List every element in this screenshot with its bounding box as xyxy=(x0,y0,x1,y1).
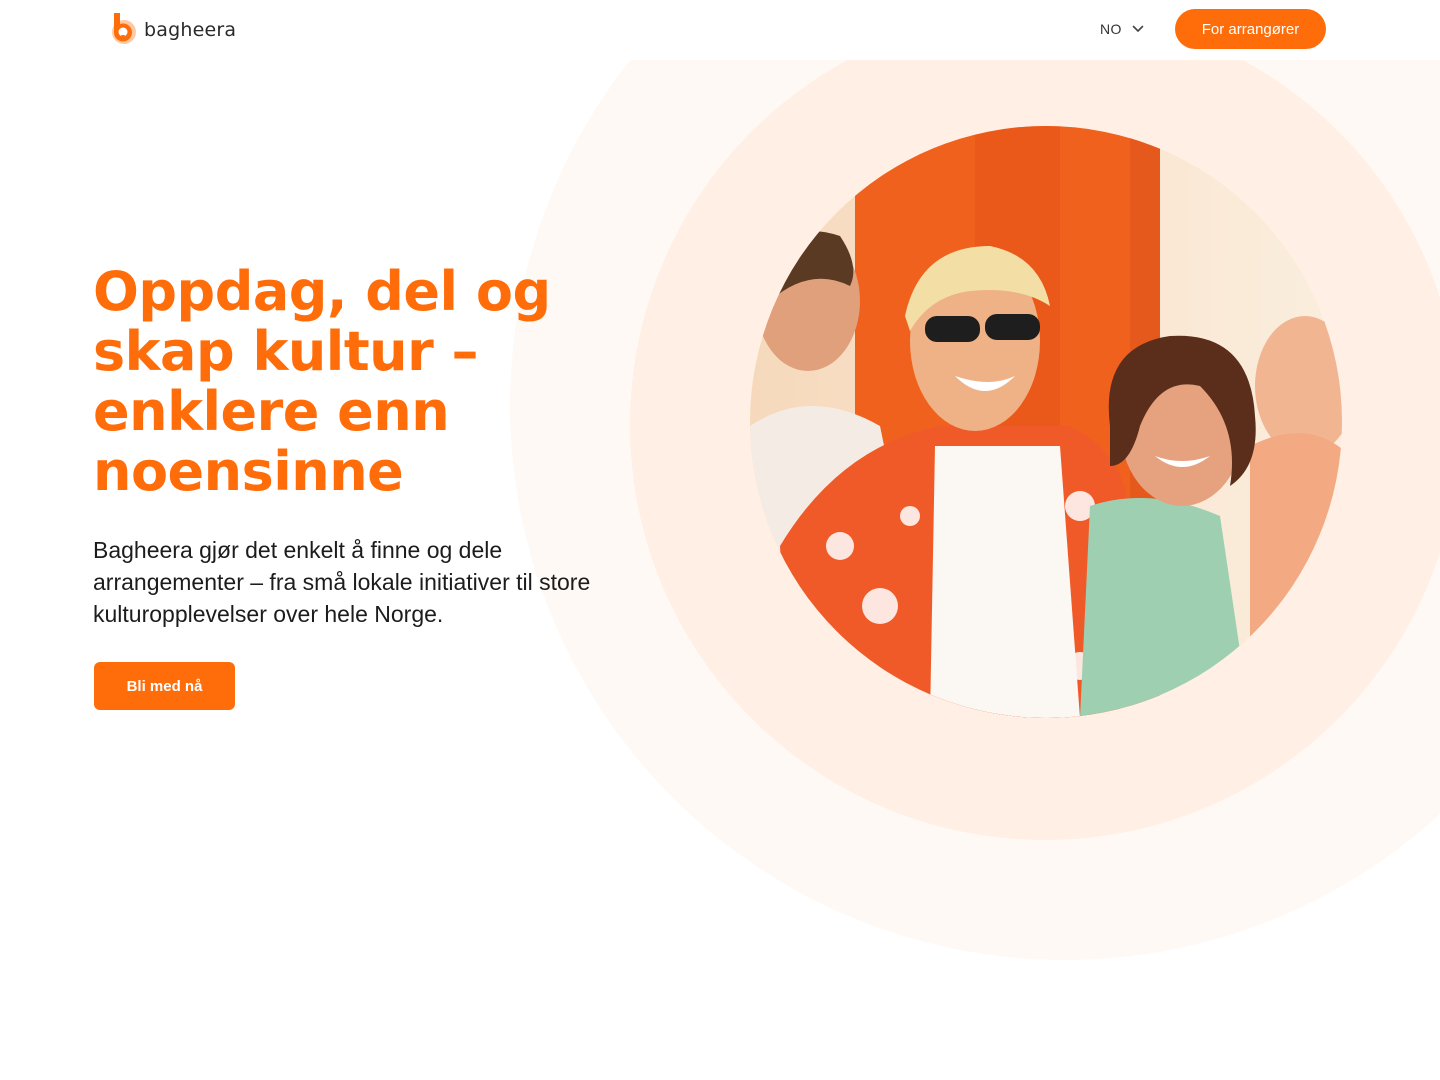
hero-title: Oppdag, del og skap kultur – enklere enn… xyxy=(93,260,551,503)
site-header: bagheera NO For arrangører xyxy=(0,0,1440,60)
join-now-button[interactable]: Bli med nå xyxy=(94,662,235,710)
chevron-down-icon xyxy=(1132,25,1144,32)
landing-page: bagheera NO For arrangører Oppdag, del o… xyxy=(0,0,1440,1080)
language-selected-value: NO xyxy=(1100,21,1122,37)
logo-link[interactable]: bagheera xyxy=(108,10,236,46)
bagheera-logo-icon xyxy=(112,13,136,44)
hero-photo xyxy=(750,126,1342,718)
for-organizers-button[interactable]: For arrangører xyxy=(1175,9,1326,49)
language-select[interactable]: NO xyxy=(1100,19,1144,39)
logo-wordmark: bagheera xyxy=(144,19,237,41)
hero-photo-illustration xyxy=(750,126,1342,718)
hero-description: Bagheera gjør det enkelt å finne og dele… xyxy=(93,537,591,627)
